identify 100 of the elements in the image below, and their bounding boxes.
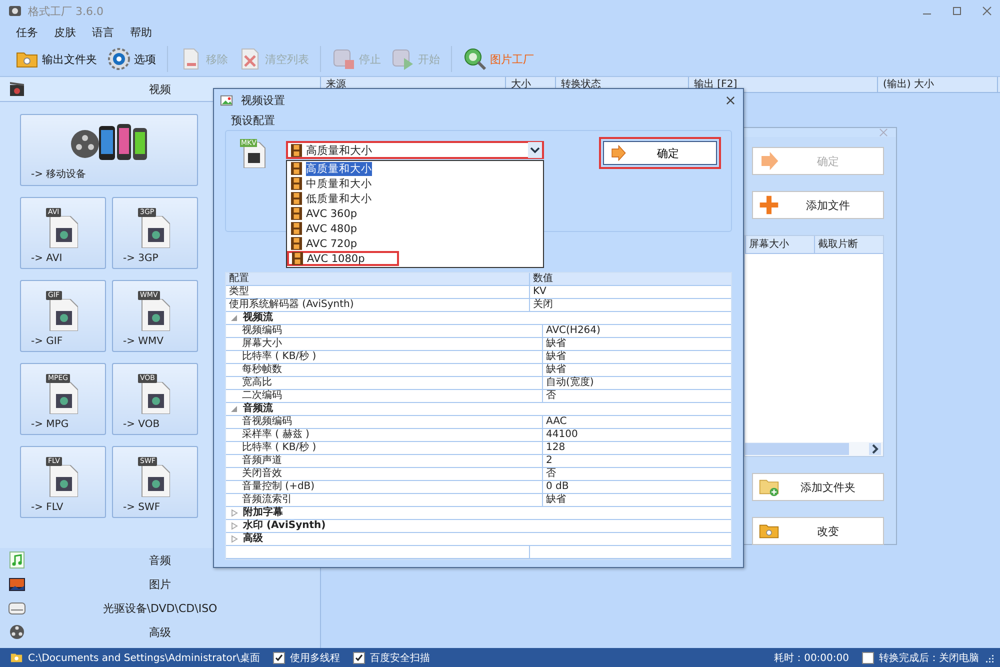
toolbar-button[interactable]: 输出文件夹 (12, 45, 100, 73)
start-icon (391, 47, 415, 71)
column-header[interactable]: 截取片断 (814, 236, 883, 253)
category-header[interactable]: 音频 (0, 548, 320, 572)
tile-label: -> 移动设备 (30, 168, 86, 181)
chevron-down-icon[interactable] (528, 142, 542, 158)
toolbar-button[interactable]: 选项 (104, 45, 159, 73)
group-title: 预设配置 (231, 113, 276, 128)
checkbox[interactable] (352, 652, 365, 664)
tile-label: -> GIF (30, 336, 63, 347)
category-header[interactable]: 高级 (0, 620, 320, 644)
property-name: 屏幕大小 (226, 338, 543, 350)
dialog-button[interactable]: 添加文件 (752, 191, 884, 219)
music-note-icon (8, 551, 26, 569)
property-name: 宽高比 (226, 377, 543, 389)
category-label: 音频 (149, 552, 171, 568)
menu-item[interactable]: 皮肤 (54, 24, 76, 40)
maximize-icon[interactable] (952, 6, 962, 16)
checkbox[interactable] (272, 652, 285, 664)
dropdown-option[interactable]: AVC 480p (287, 221, 543, 236)
video-file-icon (48, 216, 78, 248)
dropdown-option[interactable]: 高质量和大小 (287, 161, 543, 176)
dropdown-option[interactable]: AVC 360p (287, 206, 543, 221)
magnifier-globe-icon (463, 47, 487, 71)
tile-label: -> AVI (30, 253, 62, 264)
video-file-icon (48, 382, 78, 414)
dialog-button[interactable]: 添加文件夹 (752, 473, 884, 501)
property-group[interactable]: 水印 (AviSynth) (243, 520, 326, 532)
property-group[interactable]: 高级 (243, 533, 263, 545)
gear-icon (107, 47, 131, 71)
property-name: 关闭音效 (226, 468, 543, 480)
property-value: AAC (545, 416, 568, 428)
dropdown-option[interactable]: AVC 720p (287, 236, 543, 251)
output-path: C:\Documents and Settings\Administrator\桌面 (28, 652, 260, 664)
property-name: 音量控制 (+dB) (226, 481, 543, 493)
tile-label: -> 3GP (122, 253, 158, 264)
format-tile[interactable]: -> 移动设备 (20, 114, 198, 186)
property-value: KV (532, 286, 548, 298)
video-file-icon (140, 216, 170, 248)
dropdown-option[interactable]: 低质量和大小 (287, 191, 543, 206)
collapse-triangle-icon[interactable] (230, 405, 238, 413)
landscape-picture-icon (8, 575, 26, 593)
tile-label: -> WMV (122, 336, 164, 347)
property-name: 比特率 ( KB/秒 ) (226, 351, 543, 363)
dropdown-option[interactable]: AVC 1080p (287, 251, 399, 266)
dropdown-value: 高质量和大小 (306, 142, 372, 158)
film-icon (291, 207, 302, 220)
category-label: 高级 (149, 624, 171, 640)
film-reel-icon (8, 623, 26, 641)
tile-label: -> MPG (30, 419, 69, 430)
film-clapper-icon (8, 80, 26, 98)
category-header[interactable]: 光驱设备\DVD\CD\ISO (0, 596, 320, 620)
folder-icon (10, 651, 23, 664)
property-value: 2 (545, 455, 554, 467)
property-name: 音频流索引 (226, 494, 543, 506)
ok-button[interactable]: 确定 (603, 141, 717, 165)
picture-icon (220, 94, 233, 106)
property-name: 比特率 ( KB/秒 ) (226, 442, 543, 454)
horizontal-scrollbar[interactable] (745, 442, 883, 456)
video-file-icon (140, 465, 170, 497)
app-icon (8, 4, 22, 18)
video-file-icon (48, 299, 78, 331)
property-value: 44100 (545, 429, 579, 441)
property-group[interactable]: 音频流 (243, 403, 273, 415)
close-icon[interactable] (982, 6, 992, 16)
property-value: 否 (545, 468, 557, 480)
resize-grip-icon[interactable] (984, 652, 994, 662)
close-icon[interactable] (726, 96, 735, 104)
category-header[interactable]: 图片 (0, 572, 320, 596)
menu-item[interactable]: 语言 (92, 24, 114, 40)
property-value: 缺省 (545, 338, 567, 350)
tile-label: -> FLV (30, 502, 64, 513)
property-value: 自动(宽度) (545, 377, 595, 389)
film-icon (291, 144, 302, 156)
collapse-triangle-icon[interactable] (230, 314, 238, 322)
property-name: 音视频编码 (226, 416, 543, 428)
menu-item[interactable]: 任务 (16, 24, 38, 40)
dropdown-option[interactable]: 中质量和大小 (287, 176, 543, 191)
column-header[interactable]: (输出) 大小 (878, 77, 998, 92)
preset-dropdown[interactable]: 高质量和大小 (286, 141, 544, 159)
elapsed-time: 耗时：00:00:00 (774, 652, 849, 664)
folder-plus-icon (759, 477, 779, 497)
column-header[interactable]: 屏幕大小 (745, 236, 814, 253)
film-icon (291, 192, 302, 205)
category-label: 图片 (149, 576, 171, 592)
property-value: 128 (545, 442, 566, 454)
tile-label: -> VOB (122, 419, 160, 430)
property-group[interactable]: 附加字幕 (243, 507, 283, 519)
property-value: AVC(H264) (545, 325, 602, 337)
dialog-button[interactable]: 改变 (752, 517, 884, 545)
arrow-right-icon (759, 151, 779, 171)
menu-item[interactable]: 帮助 (130, 24, 152, 40)
film-icon (291, 162, 302, 175)
property-value: 缺省 (545, 494, 567, 506)
chevron-right-icon[interactable] (869, 443, 881, 455)
film-icon (292, 252, 303, 265)
property-group[interactable]: 视频流 (243, 312, 273, 324)
tile-label: -> SWF (122, 502, 160, 513)
checkbox[interactable] (862, 652, 874, 664)
film-icon (291, 237, 302, 250)
